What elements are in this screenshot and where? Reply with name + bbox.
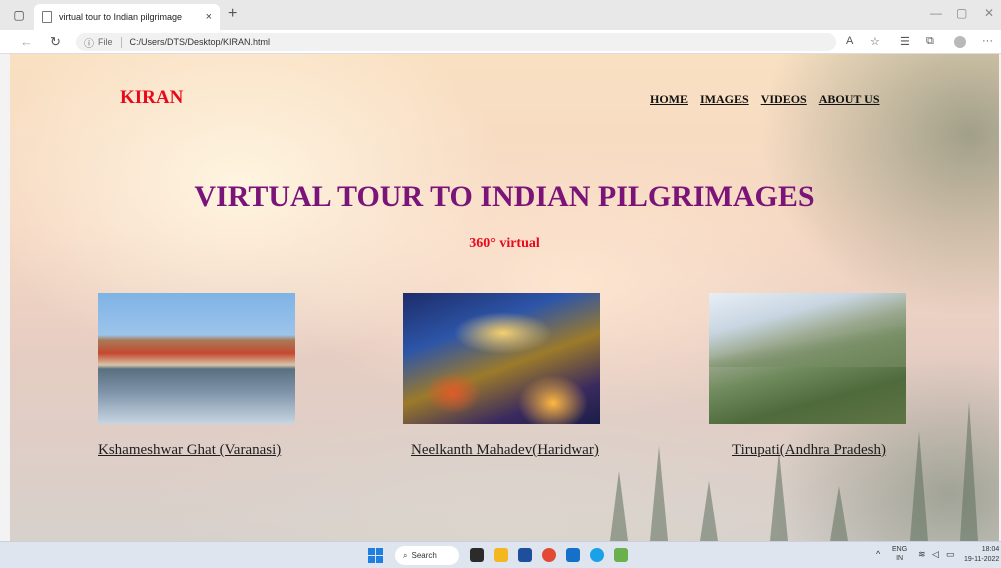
page-viewport: KIRAN HOME IMAGES VIDEOS ABOUT US VIRTUA…	[10, 54, 999, 541]
page-favicon-icon	[42, 11, 52, 23]
page-subtitle: 360° virtual	[469, 236, 540, 251]
maximize-icon[interactable]: ▢	[956, 6, 967, 20]
taskbar: ⌕ Search ^ ENG IN ≋ ◁ ▭ 18:04 19-11-2022	[0, 541, 1001, 568]
place-link-varanasi[interactable]: Kshameshwar Ghat (Varanasi)	[98, 442, 281, 459]
tab-actions-icon[interactable]: ▢	[10, 7, 28, 23]
clock-date: 19-11-2022	[964, 556, 1000, 563]
background-tree	[700, 481, 718, 541]
add-favorite-icon[interactable]: ☆	[870, 35, 880, 48]
tirupati-hills-image[interactable]	[709, 293, 906, 424]
url-divider	[120, 36, 122, 48]
back-arrow-icon[interactable]: ←	[20, 34, 33, 49]
more-menu-icon[interactable]: ···	[982, 35, 993, 47]
place-link-haridwar[interactable]: Neelkanth Mahadev(Haridwar)	[411, 442, 599, 459]
taskbar-search-label: Search	[411, 551, 437, 560]
wifi-icon[interactable]: ≋	[918, 549, 926, 560]
haridwar-temple-image[interactable]	[403, 293, 600, 424]
place-link-tirupati[interactable]: Tirupati(Andhra Pradesh)	[732, 442, 886, 459]
info-icon[interactable]: ⓘ	[84, 35, 94, 50]
collections-icon[interactable]: ⧉	[926, 35, 934, 48]
page-title: VIRTUAL TOUR TO INDIAN PILGRIMAGES	[194, 180, 815, 213]
volume-icon[interactable]: ◁	[932, 549, 939, 560]
address-bar[interactable]: ⓘ File C:/Users/DTS/Desktop/KIRAN.html	[76, 33, 836, 51]
language-indicator[interactable]: ENG IN	[892, 545, 907, 563]
clock[interactable]: 18:04 19-11-2022	[964, 545, 999, 565]
mail-icon[interactable]	[566, 548, 580, 562]
close-window-icon[interactable]: ✕	[984, 6, 994, 20]
url-scheme-label: File	[98, 37, 113, 47]
top-nav: HOME IMAGES VIDEOS ABOUT US	[650, 92, 880, 107]
minimize-icon[interactable]: —	[930, 6, 942, 20]
nav-videos-link[interactable]: VIDEOS	[761, 92, 807, 107]
favorites-icon[interactable]: ☰	[900, 35, 910, 48]
battery-icon[interactable]: ▭	[946, 549, 955, 560]
browser-tab[interactable]: virtual tour to Indian pilgrimage ×	[34, 4, 220, 30]
nav-home-link[interactable]: HOME	[650, 92, 688, 107]
background-tree	[960, 401, 978, 541]
profile-avatar[interactable]	[954, 36, 966, 48]
background-tree	[650, 446, 668, 541]
store-app-icon[interactable]	[518, 548, 532, 562]
edge-icon[interactable]	[590, 548, 604, 562]
site-brand: KIRAN	[120, 87, 184, 108]
background-tree	[910, 431, 928, 541]
clock-time: 18:04	[981, 546, 1000, 553]
file-explorer-icon[interactable]	[494, 548, 508, 562]
new-tab-button[interactable]: +	[228, 5, 237, 23]
browser-tab-bar: ▢ virtual tour to Indian pilgrimage × + …	[0, 0, 1001, 30]
url-text[interactable]: C:/Users/DTS/Desktop/KIRAN.html	[130, 37, 271, 47]
background-tree	[770, 451, 788, 541]
background-tree	[610, 471, 628, 541]
pinned-app-icon[interactable]	[614, 548, 628, 562]
language-code: ENG	[892, 546, 908, 553]
tray-overflow-icon[interactable]: ^	[876, 549, 880, 559]
address-bar-row: ← ↻ ⓘ File C:/Users/DTS/Desktop/KIRAN.ht…	[0, 30, 1001, 54]
read-aloud-icon[interactable]: A	[846, 35, 853, 47]
taskbar-search[interactable]: ⌕ Search	[395, 546, 459, 565]
reload-icon[interactable]: ↻	[50, 34, 61, 50]
background-tree	[830, 486, 848, 541]
varanasi-ghat-image[interactable]	[98, 293, 295, 424]
start-icon[interactable]	[368, 548, 383, 563]
nav-about-link[interactable]: ABOUT US	[819, 92, 880, 107]
region-code: IN	[896, 555, 904, 562]
task-view-icon[interactable]	[470, 548, 484, 562]
tab-close-icon[interactable]: ×	[206, 11, 212, 23]
nav-images-link[interactable]: IMAGES	[700, 92, 749, 107]
chrome-icon[interactable]	[542, 548, 556, 562]
tab-title: virtual tour to Indian pilgrimage	[59, 12, 183, 22]
search-icon: ⌕	[403, 550, 408, 560]
